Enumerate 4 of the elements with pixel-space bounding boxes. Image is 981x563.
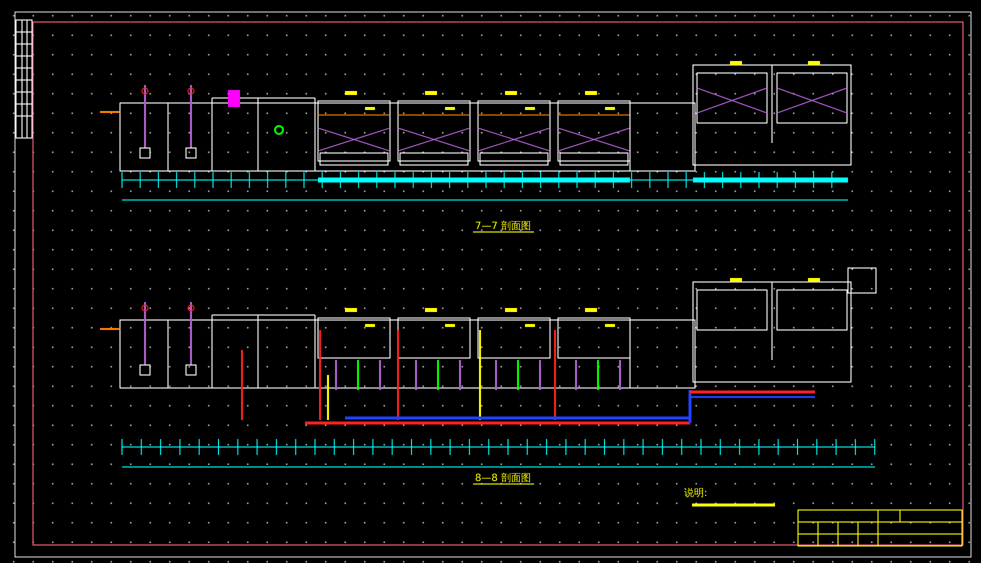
notes-heading: 说明: (684, 488, 708, 499)
upper-box-drawing (848, 268, 876, 294)
section-title: 8—8 剖面图 (475, 473, 531, 484)
section-title: 7—7 剖面图 (475, 221, 531, 232)
